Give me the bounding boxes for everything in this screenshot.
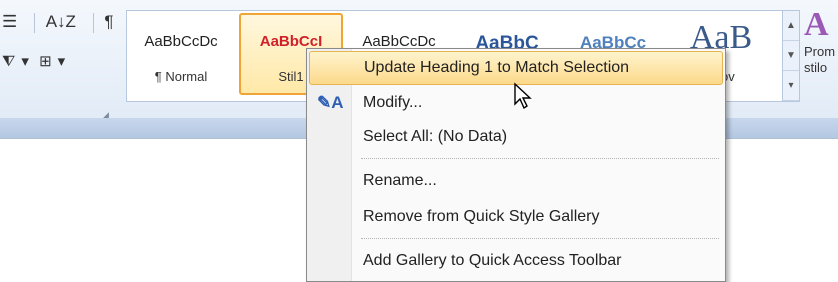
- change-styles-label: stilo: [804, 60, 828, 75]
- list-icon[interactable]: ☰: [2, 12, 17, 32]
- borders-icon[interactable]: ⊞: [39, 52, 52, 70]
- style-normal[interactable]: AaBbCcDc ¶ Normal: [131, 15, 231, 93]
- menu-item-label: Rename...: [363, 172, 437, 189]
- mouse-cursor-icon: [514, 82, 532, 110]
- menu-item-label: Remove from Quick Style Gallery: [363, 208, 600, 225]
- menu-item-remove-from-gallery[interactable]: Remove from Quick Style Gallery: [309, 201, 723, 233]
- shading-icon[interactable]: ⧨: [2, 53, 15, 70]
- change-styles-button[interactable]: A Prom stilo: [804, 6, 838, 116]
- menu-item-label: Select All: (No Data): [363, 128, 508, 145]
- paragraph-row-2: ⧨ ▾ ⊞ ▾: [2, 52, 71, 70]
- menu-item-update-heading[interactable]: Update Heading 1 to Match Selection: [309, 51, 723, 85]
- sort-icon[interactable]: A↓Z: [46, 12, 76, 32]
- style-name: ¶ Normal: [154, 69, 208, 84]
- pilcrow-icon[interactable]: ¶: [104, 12, 113, 32]
- menu-item-add-gallery-qat[interactable]: Add Gallery to Quick Access Toolbar: [309, 245, 723, 277]
- chevron-down-icon[interactable]: ▾: [21, 52, 29, 70]
- paragraph-row-1: ☰ A↓Z ¶: [2, 12, 120, 33]
- menu-item-label: Modify...: [363, 94, 423, 111]
- style-preview: AaBbCcDc: [144, 33, 218, 50]
- paragraph-group: ☰ A↓Z ¶ ⧨ ▾ ⊞ ▾ ◢: [0, 0, 120, 120]
- chevron-down-icon[interactable]: ▾: [58, 52, 66, 70]
- separator: [92, 12, 94, 33]
- scroll-up-icon[interactable]: ▲: [783, 11, 799, 41]
- change-styles-icon: A: [804, 6, 829, 43]
- gallery-scrollbar[interactable]: ▲ ▼ ▾: [782, 10, 800, 102]
- menu-separator: [361, 238, 719, 239]
- menu-separator: [361, 158, 719, 159]
- menu-item-label: Update Heading 1 to Match Selection: [364, 59, 630, 76]
- change-styles-label: Prom: [804, 44, 836, 59]
- menu-item-rename[interactable]: Rename...: [309, 165, 723, 197]
- separator: [33, 12, 35, 33]
- menu-item-select-all[interactable]: Select All: (No Data): [309, 121, 723, 153]
- scroll-down-icon[interactable]: ▼: [783, 41, 799, 71]
- menu-item-label: Add Gallery to Quick Access Toolbar: [363, 252, 622, 269]
- modify-style-icon: ✎A: [317, 93, 344, 112]
- gallery-more-icon[interactable]: ▾: [783, 71, 799, 101]
